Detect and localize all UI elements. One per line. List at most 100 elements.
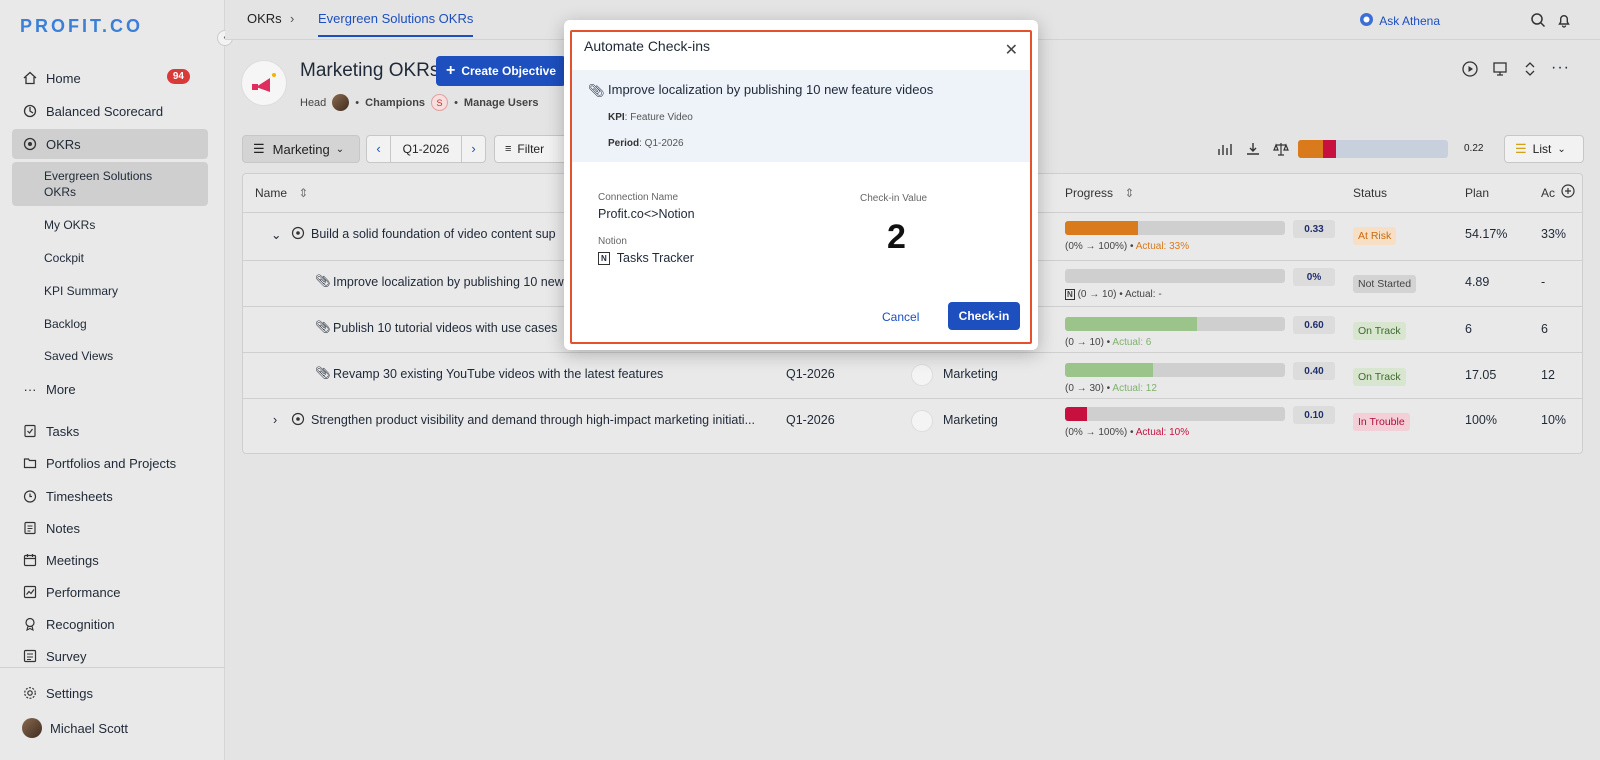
progress-value: 0.60	[1293, 316, 1335, 334]
bell-icon[interactable]	[1556, 12, 1572, 28]
plan-value: 17.05	[1465, 368, 1497, 382]
progress-bar	[1065, 363, 1285, 377]
create-objective-button[interactable]: + Create Objective	[436, 56, 566, 86]
progress-fill	[1065, 407, 1087, 421]
chevron-right-icon[interactable]: ›	[273, 413, 277, 427]
sidebar-sub-my-okrs[interactable]: My OKRs	[12, 216, 208, 234]
expand-collapse-icon[interactable]	[1522, 61, 1538, 80]
progress-bar	[1065, 221, 1285, 235]
table-row[interactable]: 📎︎ Revamp 30 existing YouTube videos wit…	[243, 352, 1582, 398]
bullet-icon: •	[355, 96, 360, 109]
row-name[interactable]: Revamp 30 existing YouTube videos with t…	[333, 367, 663, 381]
table-row[interactable]: › Strengthen product visibility and dema…	[243, 398, 1582, 446]
view-selector[interactable]: ☰ List ⌄	[1504, 135, 1584, 163]
sidebar-item-okrs[interactable]: OKRs	[12, 129, 208, 159]
sidebar-item-label: Home	[46, 70, 81, 86]
connection-name-label: Connection Name	[598, 192, 679, 203]
column-header-actual[interactable]: Ac	[1541, 186, 1555, 200]
search-icon[interactable]	[1530, 12, 1546, 28]
chart-icon	[22, 584, 38, 600]
filter-button[interactable]: ≡ Filter	[494, 135, 564, 163]
prev-period-icon[interactable]: ‹	[367, 136, 391, 162]
progress-range: (0 → 30) • Actual: 12	[1065, 383, 1157, 394]
checkin-value: 2	[887, 218, 906, 256]
bullet-icon: •	[454, 96, 458, 109]
progress-fill	[1065, 221, 1138, 235]
sidebar-item-home[interactable]: Home 94	[12, 63, 208, 93]
breadcrumb-okrs[interactable]: OKRs	[247, 11, 282, 26]
overall-progress-bar	[1298, 140, 1448, 158]
sidebar-sub-evergreen[interactable]: Evergreen Solutions OKRs	[12, 162, 208, 206]
play-icon[interactable]	[1462, 61, 1478, 80]
page-title: Marketing OKRs	[300, 60, 440, 81]
sidebar-item-balanced-scorecard[interactable]: Balanced Scorecard	[12, 96, 208, 126]
sidebar-sub-cockpit[interactable]: Cockpit	[12, 249, 208, 267]
survey-icon	[22, 648, 38, 664]
folder-icon	[22, 455, 38, 471]
sidebar-sub-saved-views[interactable]: Saved Views	[12, 347, 208, 365]
cancel-button[interactable]: Cancel	[882, 310, 919, 324]
in-trouble-segment	[1323, 140, 1336, 158]
sidebar-item-timesheets[interactable]: Timesheets	[12, 481, 208, 511]
progress-value: 0.40	[1293, 362, 1335, 380]
tab-evergreen-okrs[interactable]: Evergreen Solutions OKRs	[318, 11, 474, 37]
plan-value: 6	[1465, 322, 1472, 336]
sort-icon: ⇕	[1124, 186, 1135, 200]
sidebar-item-notes[interactable]: Notes	[12, 513, 208, 543]
column-header-name[interactable]: Name ⇕	[255, 186, 308, 200]
sidebar: PROFIT.CO ‹ Home 94 Balanced Scorecard O…	[0, 0, 233, 760]
actual-value: -	[1541, 275, 1546, 289]
progress-bar	[1065, 317, 1285, 331]
team-icon	[911, 364, 933, 386]
scorecard-icon	[22, 103, 38, 119]
ask-athena-button[interactable]: Ask Athena	[1359, 12, 1440, 30]
row-name[interactable]: Improve localization by publishing 10 ne…	[333, 275, 564, 289]
sidebar-user[interactable]: Michael Scott	[12, 713, 208, 743]
progress-range: (0% → 100%) • Actual: 33%	[1065, 241, 1190, 252]
column-header-progress[interactable]: Progress ⇕	[1065, 186, 1134, 200]
champion-avatar[interactable]: S	[431, 94, 449, 111]
plan-value: 54.17%	[1465, 227, 1508, 241]
checkin-button[interactable]: Check-in	[948, 302, 1020, 330]
sidebar-sub-kpi-summary[interactable]: KPI Summary	[12, 282, 208, 300]
target-icon	[22, 136, 38, 152]
menu-icon: ☰	[253, 141, 265, 156]
row-name[interactable]: Publish 10 tutorial videos with use case…	[333, 321, 557, 335]
period-selector[interactable]: ‹ Q1-2026 ›	[366, 135, 486, 163]
sidebar-item-settings[interactable]: Settings	[12, 678, 208, 708]
sidebar-item-label: Balanced Scorecard	[46, 103, 164, 119]
connection-name-value: Profit.co<>Notion	[598, 207, 695, 221]
modal-content: Automate Check-ins ✕ 📎︎ Improve localiza…	[570, 30, 1032, 344]
sidebar-item-tasks[interactable]: Tasks	[12, 416, 208, 446]
notion-icon: N	[598, 251, 610, 265]
head-avatar[interactable]	[332, 94, 350, 111]
team-selector[interactable]: ☰ Marketing ⌄	[242, 135, 360, 163]
download-icon[interactable]	[1245, 141, 1261, 160]
next-period-icon[interactable]: ›	[461, 136, 485, 162]
sidebar-sub-backlog[interactable]: Backlog	[12, 315, 208, 333]
list-view-icon: ☰	[1515, 141, 1527, 156]
row-name[interactable]: Build a solid foundation of video conten…	[311, 227, 556, 241]
sidebar-item-recognition[interactable]: Recognition	[12, 609, 208, 639]
progress-range: (0 → 10) • Actual: 6	[1065, 337, 1152, 348]
sidebar-item-meetings[interactable]: Meetings	[12, 545, 208, 575]
key-result-icon: 📎︎	[315, 320, 331, 334]
chart-icon[interactable]	[1217, 141, 1233, 160]
sidebar-item-portfolios[interactable]: Portfolios and Projects	[12, 448, 208, 478]
add-column-icon[interactable]	[1561, 184, 1575, 201]
period-value: Q1-2026	[786, 413, 835, 427]
balance-scale-icon[interactable]	[1273, 141, 1289, 160]
presentation-icon[interactable]	[1492, 61, 1508, 80]
objective-icon	[291, 412, 305, 429]
brand-logo[interactable]: PROFIT.CO	[20, 16, 143, 37]
close-icon[interactable]: ✕	[1005, 40, 1018, 60]
row-name[interactable]: Strengthen product visibility and demand…	[311, 413, 755, 427]
column-header-plan[interactable]: Plan	[1465, 186, 1489, 200]
chevron-down-icon[interactable]: ⌄	[271, 227, 281, 242]
sidebar-item-more[interactable]: ··· More	[12, 374, 208, 404]
more-options-icon[interactable]: ···	[1551, 59, 1570, 77]
period-value: Q1-2026	[786, 367, 835, 381]
manage-users-link[interactable]: Manage Users	[464, 97, 539, 109]
sidebar-item-performance[interactable]: Performance	[12, 577, 208, 607]
column-header-status[interactable]: Status	[1353, 186, 1387, 200]
